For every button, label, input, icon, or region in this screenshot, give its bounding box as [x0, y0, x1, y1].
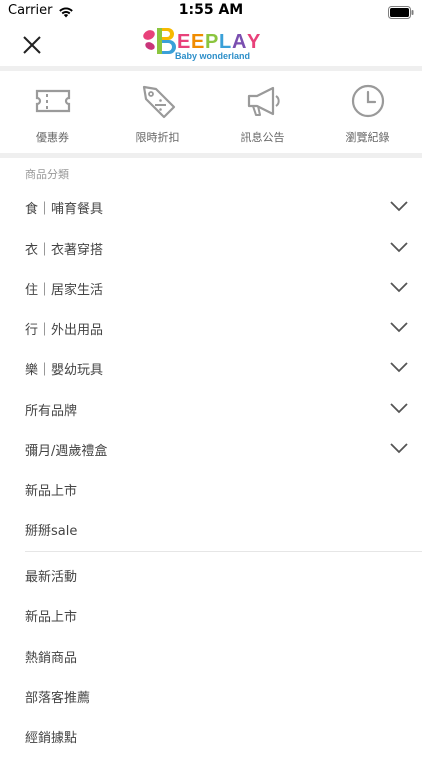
link-new-arrivals[interactable]: 新品上市	[0, 596, 422, 636]
brand-logo[interactable]: E E P L A Y Baby wonderland	[140, 24, 282, 62]
clock-icon	[351, 84, 385, 118]
quick-link-label: 瀏覽紀錄	[345, 131, 390, 144]
quick-link-label: 限時折扣	[135, 131, 180, 144]
link-latest-events[interactable]: 最新活動	[0, 556, 422, 596]
category-label: 衣｜衣著穿搭	[25, 243, 104, 258]
beeplay-logo-icon: E E P L A Y Baby wonderland	[143, 28, 261, 61]
close-button[interactable]	[18, 31, 46, 59]
category-label: 新品上市	[25, 484, 78, 499]
svg-text:L: L	[219, 31, 231, 53]
category-label: 食｜哺育餐具	[25, 202, 104, 217]
category-item-toys[interactable]: 樂｜嬰幼玩具	[0, 349, 422, 389]
quick-link-label: 優惠券	[36, 131, 69, 144]
category-label: 掰掰sale	[25, 524, 78, 539]
link-label: 最新活動	[25, 570, 78, 585]
svg-text:E: E	[177, 31, 190, 53]
battery-icon	[388, 4, 414, 23]
quick-link-label: 訊息公告	[240, 131, 285, 144]
quick-link-discount[interactable]: 限時折扣	[105, 71, 210, 154]
svg-text:Y: Y	[247, 31, 261, 53]
chevron-down-icon	[390, 242, 408, 253]
category-label: 樂｜嬰幼玩具	[25, 363, 104, 378]
status-bar: Carrier 1:55 AM	[0, 0, 422, 22]
category-item-brands[interactable]: 所有品牌	[0, 390, 422, 430]
chevron-down-icon	[390, 282, 408, 293]
category-item-clothing[interactable]: 衣｜衣著穿搭	[0, 229, 422, 269]
quick-link-history[interactable]: 瀏覽紀錄	[315, 71, 420, 154]
category-item-new-arrivals[interactable]: 新品上市	[0, 470, 422, 510]
category-item-gift-boxes[interactable]: 彌月/週歲禮盒	[0, 430, 422, 470]
close-icon	[23, 36, 41, 54]
link-label: 新品上市	[25, 610, 78, 625]
quick-link-announcements[interactable]: 訊息公告	[210, 71, 315, 154]
chevron-down-icon	[390, 403, 408, 414]
app-header: E E P L A Y Baby wonderland	[0, 22, 422, 66]
categories-title: 商品分類	[25, 168, 69, 181]
svg-text:Baby wonderland: Baby wonderland	[175, 51, 250, 61]
category-item-sale[interactable]: 掰掰sale	[0, 510, 422, 550]
category-label: 所有品牌	[25, 404, 78, 419]
category-item-food[interactable]: 食｜哺育餐具	[0, 188, 422, 228]
discount-tag-icon	[142, 85, 176, 119]
category-item-home[interactable]: 住｜居家生活	[0, 269, 422, 309]
chevron-down-icon	[390, 201, 408, 212]
link-label: 經銷據點	[25, 731, 78, 746]
link-label: 部落客推薦	[25, 691, 91, 706]
category-label: 住｜居家生活	[25, 283, 104, 298]
quick-links: 優惠券 限時折扣 訊息公告 瀏覽紀錄	[0, 71, 422, 154]
status-time: 1:55 AM	[178, 2, 244, 18]
chevron-down-icon	[390, 362, 408, 373]
category-item-travel[interactable]: 行｜外出用品	[0, 309, 422, 349]
quick-link-coupons[interactable]: 優惠券	[0, 71, 105, 154]
svg-text:A: A	[232, 31, 246, 53]
svg-text:E: E	[191, 31, 204, 53]
link-retail-locations[interactable]: 經銷據點	[0, 717, 422, 757]
quick-links-divider	[0, 153, 422, 158]
link-blogger-picks[interactable]: 部落客推薦	[0, 677, 422, 717]
category-label: 行｜外出用品	[25, 323, 104, 338]
ticket-icon	[35, 89, 71, 113]
section-divider	[25, 551, 422, 552]
link-label: 熱銷商品	[25, 651, 78, 666]
chevron-down-icon	[390, 443, 408, 454]
megaphone-icon	[247, 86, 280, 116]
svg-text:P: P	[205, 31, 218, 53]
link-best-sellers[interactable]: 熱銷商品	[0, 637, 422, 677]
chevron-down-icon	[390, 322, 408, 333]
category-label: 彌月/週歲禮盒	[25, 444, 108, 459]
